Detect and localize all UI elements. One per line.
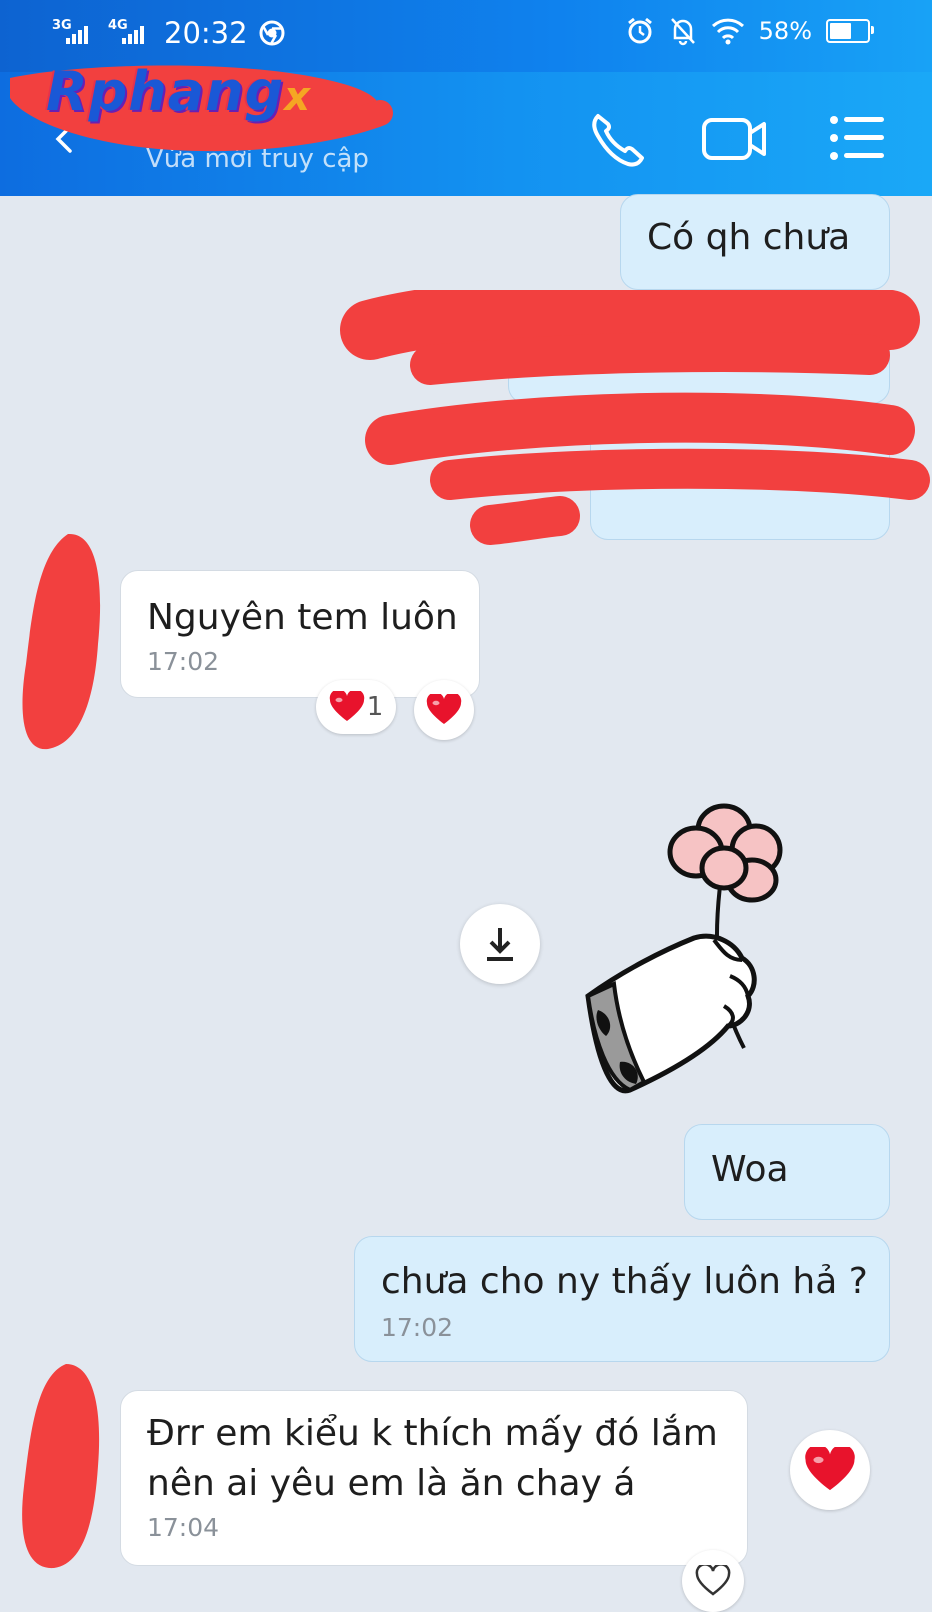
message-time: 17:04: [147, 1513, 220, 1542]
menu-button[interactable]: [824, 106, 890, 172]
redaction-scribble: [340, 290, 930, 545]
message-text-line-2: nên ai yêu em là ăn chay á: [147, 1463, 636, 1504]
download-icon: [487, 928, 513, 961]
reaction-summary[interactable]: 1: [316, 680, 396, 734]
react-heart-button[interactable]: [790, 1430, 870, 1510]
outgoing-message[interactable]: chưa cho ny thấy luôn hả ? 17:02: [354, 1236, 890, 1362]
signal-icon-sim1: 3G: [52, 16, 98, 50]
message-text: Có qh chưa: [647, 217, 851, 258]
heart-icon: [805, 1447, 855, 1491]
message-time: 17:02: [381, 1313, 454, 1342]
avatar-redaction: [22, 1364, 100, 1569]
outgoing-message[interactable]: Woa: [684, 1124, 890, 1220]
video-call-button[interactable]: [700, 106, 770, 172]
message-text-line-1: Đrr em kiểu k thích mấy đó lắm: [147, 1413, 718, 1454]
download-sticker-button[interactable]: [460, 904, 540, 984]
mute-bell-icon: [670, 18, 695, 46]
react-button[interactable]: [682, 1550, 744, 1612]
outgoing-message[interactable]: Có qh chưa: [620, 194, 890, 290]
chrome-icon: [259, 20, 285, 46]
phone-icon: [592, 114, 644, 167]
incoming-message[interactable]: Nguyên tem luôn 17:02: [120, 570, 480, 698]
message-time: 17:02: [147, 647, 220, 676]
avatar-redaction: [22, 533, 101, 750]
brand-watermark-text: Rphang: [46, 60, 285, 123]
message-text: Woa: [711, 1149, 789, 1190]
wifi-icon: [711, 18, 744, 45]
brand-watermark-x: x: [284, 74, 312, 120]
brand-watermark: Rphangx: [46, 60, 311, 123]
react-heart-button[interactable]: [414, 680, 474, 740]
battery-percent: 58%: [758, 17, 812, 45]
message-text: Nguyên tem luôn: [147, 597, 458, 638]
battery-icon: [826, 19, 874, 43]
clock: 20:32: [164, 16, 248, 50]
message-text: chưa cho ny thấy luôn hả ?: [381, 1261, 868, 1302]
video-call-icon: [702, 118, 766, 160]
heart-icon: [426, 694, 462, 724]
heart-icon: [329, 691, 364, 721]
incoming-message[interactable]: Đrr em kiểu k thích mấy đó lắm nên ai yê…: [120, 1390, 748, 1566]
reaction-count: 1: [366, 692, 384, 722]
signal-icon-sim2: 4G: [108, 16, 154, 50]
chat-header: Vừa mới truy cập Rphangx: [0, 60, 932, 196]
alarm-icon: [627, 17, 652, 44]
phone-call-button[interactable]: [584, 106, 650, 172]
menu-icon: [830, 116, 884, 160]
flower-hand-sticker[interactable]: [584, 800, 794, 1110]
heart-outline-icon: [695, 1565, 731, 1596]
